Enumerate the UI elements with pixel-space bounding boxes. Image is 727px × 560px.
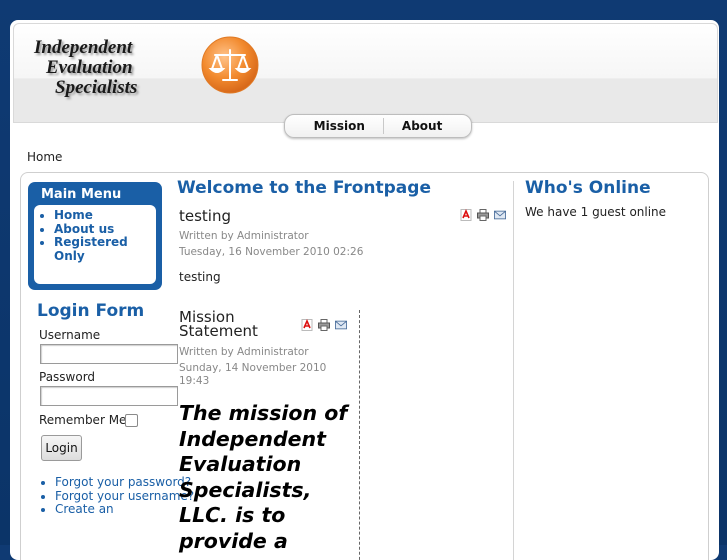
pdf-icon[interactable]	[301, 319, 313, 331]
article-2-body: The mission of Independent Evaluation Sp…	[179, 401, 348, 553]
article-1-date: Tuesday, 16 November 2010 02:26	[179, 246, 364, 258]
main-menu-list: Home About us Registered Only	[34, 205, 156, 263]
main-menu-box: Home About us Registered Only	[34, 205, 156, 284]
print-icon[interactable]	[477, 209, 489, 221]
login-form-title: Login Form	[37, 301, 145, 321]
create-account-link[interactable]: Create an	[55, 502, 194, 517]
print-icon[interactable]	[318, 319, 330, 331]
article-2-title-line-2: Statement	[179, 322, 258, 340]
main-menu-title: Main Menu	[41, 187, 122, 202]
login-button[interactable]: Login	[41, 435, 82, 461]
logo-line-1: Independent	[34, 37, 133, 58]
nav-item-about[interactable]: About	[382, 118, 460, 134]
article-2: Mission Statement Written by Administrat…	[179, 310, 360, 560]
top-navigation: Mission About	[284, 114, 472, 138]
article-1-body: testing	[179, 270, 221, 284]
main-menu-item-about-us[interactable]: About us	[54, 222, 156, 237]
page-container: Independent Evaluation Specialists Missi…	[10, 20, 719, 560]
remember-me-checkbox[interactable]	[125, 414, 138, 427]
password-label: Password	[39, 370, 96, 384]
whos-online-title: Who's Online	[525, 178, 651, 198]
article-1-title[interactable]: testing	[179, 207, 231, 225]
article-1-author: Written by Administrator	[179, 230, 309, 242]
article-2-author: Written by Administrator	[179, 346, 309, 358]
username-input[interactable]	[40, 344, 178, 364]
main-menu-module: Main Menu Home About us Registered Only	[28, 182, 162, 290]
site-header: Independent Evaluation Specialists	[13, 23, 718, 123]
forgot-password-link[interactable]: Forgot your password?	[55, 475, 194, 490]
column-divider	[513, 181, 514, 560]
username-label: Username	[39, 328, 101, 342]
email-icon[interactable]	[335, 319, 347, 331]
page-title: Welcome to the Frontpage	[177, 178, 431, 198]
breadcrumb[interactable]: Home	[27, 150, 62, 164]
content-area: Main Menu Home About us Registered Only …	[20, 172, 709, 560]
main-menu-item-registered-only[interactable]: Registered Only	[54, 235, 156, 263]
remember-me-label: Remember Me	[39, 413, 127, 427]
password-input[interactable]	[40, 386, 178, 406]
article-2-icons	[301, 319, 347, 331]
main-menu-item-home[interactable]: Home	[54, 208, 156, 223]
forgot-username-link[interactable]: Forgot your username?	[55, 489, 194, 504]
logo-line-3: Specialists	[55, 77, 138, 98]
article-2-date-line-2: 19:43	[179, 375, 210, 387]
whos-online-text: We have 1 guest online	[525, 205, 667, 219]
logo-line-2: Evaluation	[46, 57, 133, 78]
main-column: Welcome to the Frontpage testing Written…	[177, 173, 513, 560]
article-2-title[interactable]: Mission Statement	[179, 310, 258, 340]
article-1-icons	[460, 209, 506, 221]
nav-item-mission[interactable]: Mission	[296, 118, 383, 134]
scales-of-justice-icon	[201, 36, 259, 94]
email-icon[interactable]	[494, 209, 506, 221]
site-logo-text[interactable]: Independent Evaluation Specialists	[34, 38, 164, 98]
pdf-icon[interactable]	[460, 209, 472, 221]
login-links: Forgot your password? Forgot your userna…	[39, 475, 194, 517]
